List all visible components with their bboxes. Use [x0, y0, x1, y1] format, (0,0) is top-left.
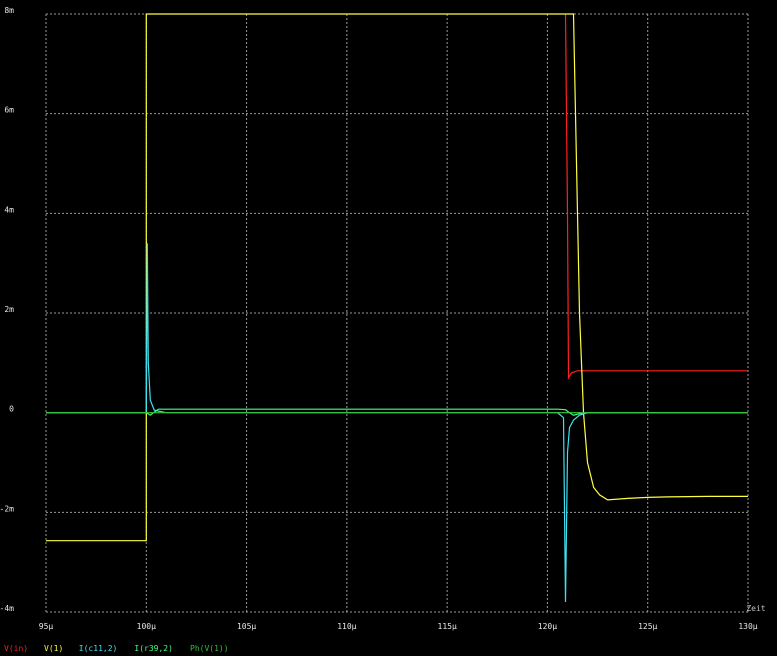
x-tick-label: 125µ: [638, 622, 657, 631]
legend-item: Ph(V(1)): [190, 644, 229, 653]
x-tick-label: 130µ: [738, 622, 757, 631]
legend-item: V(1): [44, 644, 63, 653]
legend-item: V(in): [4, 644, 28, 653]
x-tick-label: 110µ: [337, 622, 356, 631]
y-tick-label: 6m: [4, 106, 14, 115]
x-axis-label: Zeit: [746, 604, 765, 613]
chart: -4m -2m 0 2m 4m 6m 8m 95µ 100µ 105µ 110µ 115µ 120µ 1…: [0, 0, 777, 656]
y-tick-label: 4m: [4, 205, 14, 214]
x-tick-label: 95µ: [39, 622, 54, 631]
legend-item: I(r39,2): [134, 644, 173, 653]
y-tick-label: -2m: [0, 504, 14, 513]
x-tick-label: 105µ: [237, 622, 256, 631]
y-tick-label: 2m: [4, 305, 14, 314]
x-tick-label: 115µ: [438, 622, 457, 631]
y-tick-label: -4m: [0, 604, 14, 613]
y-tick-label: 8m: [4, 6, 14, 15]
y-tick-label: 0: [9, 405, 14, 414]
plot-background: [0, 0, 777, 656]
legend-item: I(c11,2): [79, 644, 118, 653]
x-tick-label: 120µ: [538, 622, 557, 631]
x-tick-label: 100µ: [137, 622, 156, 631]
